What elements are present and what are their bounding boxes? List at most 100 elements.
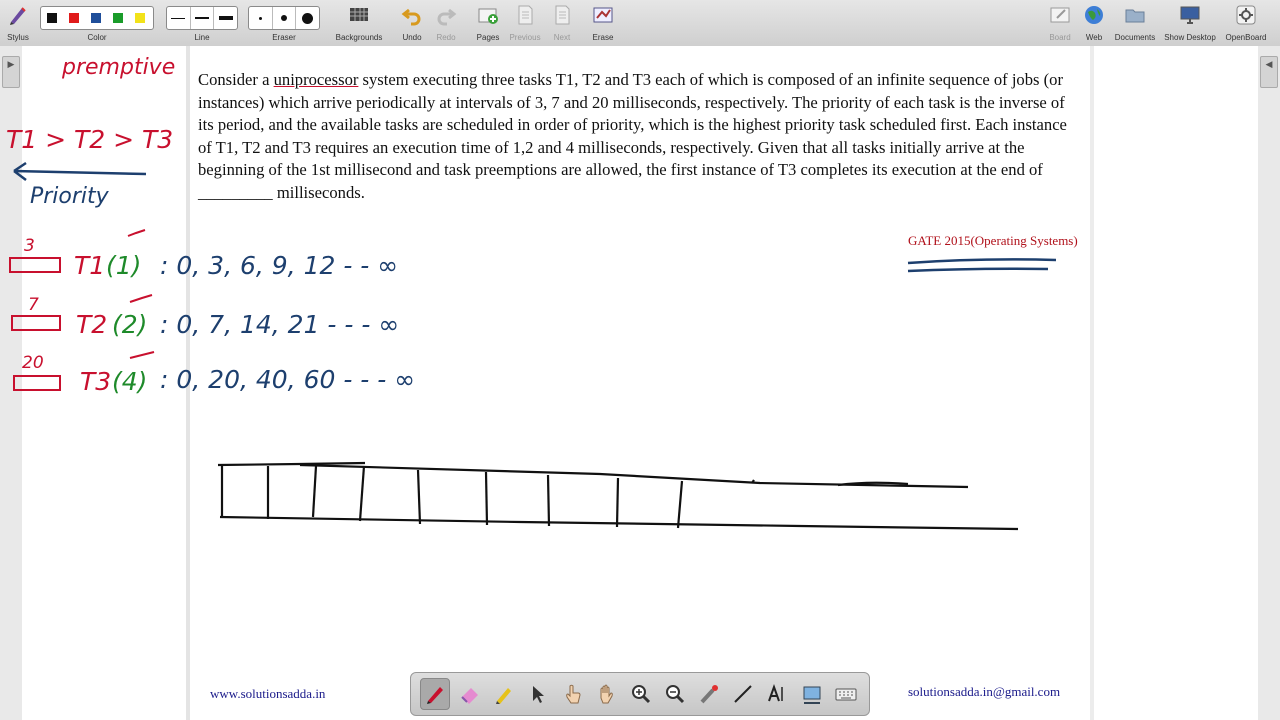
eraser-size-picker xyxy=(248,6,320,30)
screen-capture-icon xyxy=(803,686,821,704)
line-thin-button[interactable] xyxy=(167,7,191,29)
tool-dock xyxy=(410,672,870,716)
undo-icon xyxy=(401,8,421,26)
erase-board-icon xyxy=(593,7,613,23)
email-footer: solutionsadda.in@gmail.com xyxy=(908,684,1061,699)
folder-icon xyxy=(1125,9,1145,23)
color-palette xyxy=(40,6,154,30)
line-thick-button[interactable] xyxy=(214,7,237,29)
show-desktop-label: Show Desktop xyxy=(1164,33,1216,42)
line-group: Line xyxy=(166,2,238,44)
left-pages-panel: ▶ xyxy=(0,46,23,720)
previous-label: Previous xyxy=(509,33,541,42)
zoom-in-button[interactable] xyxy=(627,679,655,709)
line-icon xyxy=(734,685,753,703)
color-swatch-blue[interactable] xyxy=(91,13,101,23)
highlighter-icon xyxy=(496,688,512,704)
stylus-icon xyxy=(10,7,26,25)
eraser-tool-button[interactable] xyxy=(456,679,484,709)
color-swatch-red[interactable] xyxy=(69,13,79,23)
eraser-large-button[interactable] xyxy=(296,7,319,29)
hand-icon xyxy=(600,684,613,704)
right-library-panel: ◀ xyxy=(1257,46,1280,720)
gate-reference-label: GATE 2015(Operating Systems) xyxy=(908,233,1078,248)
expand-arrow-icon: ▶ xyxy=(7,59,15,69)
previous-button[interactable]: Previous xyxy=(508,2,542,44)
gear-icon xyxy=(1236,5,1256,25)
zoom-out-icon xyxy=(666,685,685,704)
color-label: Color xyxy=(87,33,107,42)
text-tool-button[interactable] xyxy=(763,679,791,709)
redo-label: Redo xyxy=(436,33,456,42)
capture-tool-button[interactable] xyxy=(798,679,826,709)
keyboard-icon xyxy=(835,688,857,701)
eraser-label: Eraser xyxy=(272,33,296,42)
question-pre: Consider a xyxy=(198,70,274,89)
left-panel-toggle[interactable]: ▶ xyxy=(2,56,20,88)
redo-icon xyxy=(437,8,457,26)
right-panel-toggle[interactable]: ◀ xyxy=(1260,56,1278,88)
previous-page-icon xyxy=(518,5,533,25)
color-swatch-green[interactable] xyxy=(113,13,123,23)
laser-pointer-icon xyxy=(700,685,719,704)
interact-tool-button[interactable] xyxy=(559,679,587,709)
board-divider-right xyxy=(1090,46,1094,720)
eraser-small-button[interactable] xyxy=(249,7,273,29)
pointing-hand-icon xyxy=(565,684,581,704)
text-icon xyxy=(768,684,784,702)
next-label: Next xyxy=(553,33,571,42)
undo-button[interactable]: Undo xyxy=(398,2,426,44)
documents-button[interactable]: Documents xyxy=(1112,2,1158,44)
next-page-icon xyxy=(555,5,570,25)
question-text: Consider a uniprocessor system executing… xyxy=(198,69,1078,205)
erase-button[interactable]: Erase xyxy=(589,2,617,44)
documents-label: Documents xyxy=(1114,33,1156,42)
web-button[interactable]: Web xyxy=(1080,2,1108,44)
highlighter-tool-button[interactable] xyxy=(490,679,518,709)
show-desktop-button[interactable]: Show Desktop xyxy=(1162,2,1218,44)
cursor-arrow-icon xyxy=(533,686,545,703)
board-button[interactable]: Board xyxy=(1046,2,1074,44)
board-icon xyxy=(1050,7,1070,23)
question-underlined-word: uniprocessor xyxy=(273,70,359,89)
undo-label: Undo xyxy=(402,33,422,42)
line-label: Line xyxy=(194,33,210,42)
stylus-label: Stylus xyxy=(7,33,29,42)
zoom-in-icon xyxy=(631,685,650,704)
zoom-out-button[interactable] xyxy=(661,679,689,709)
color-group: Color xyxy=(40,2,154,44)
line-width-picker xyxy=(166,6,238,30)
globe-icon xyxy=(1085,6,1103,24)
eraser-icon xyxy=(461,688,479,704)
pages-label: Pages xyxy=(476,33,500,42)
top-toolbar: Stylus Color Line Eraser Backgrounds Und… xyxy=(0,0,1280,47)
grid-icon xyxy=(350,8,368,21)
line-tool-button[interactable] xyxy=(729,679,757,709)
openboard-button[interactable]: OpenBoard xyxy=(1222,2,1270,44)
laser-pointer-button[interactable] xyxy=(695,679,723,709)
line-medium-button[interactable] xyxy=(191,7,215,29)
next-button[interactable]: Next xyxy=(548,2,576,44)
website-footer: www.solutionsadda.in xyxy=(210,686,326,701)
pen-icon xyxy=(427,687,444,704)
stylus-button[interactable]: Stylus xyxy=(4,2,32,44)
pen-tool-button[interactable] xyxy=(420,678,451,710)
redo-button[interactable]: Redo xyxy=(432,2,460,44)
erase-label: Erase xyxy=(592,33,614,42)
board-label: Board xyxy=(1049,33,1071,42)
color-swatch-black[interactable] xyxy=(47,13,57,23)
selector-tool-button[interactable] xyxy=(524,679,552,709)
backgrounds-label: Backgrounds xyxy=(335,33,383,42)
question-post: system executing three tasks T1, T2 and … xyxy=(198,70,1067,202)
pages-button[interactable]: Pages xyxy=(474,2,502,44)
hand-tool-button[interactable] xyxy=(593,679,621,709)
eraser-medium-button[interactable] xyxy=(273,7,297,29)
add-page-icon xyxy=(478,8,498,24)
virtual-keyboard-button[interactable] xyxy=(832,679,860,709)
backgrounds-button[interactable]: Backgrounds xyxy=(332,2,386,44)
openboard-label: OpenBoard xyxy=(1225,33,1267,42)
board-divider xyxy=(186,46,190,720)
color-swatch-yellow[interactable] xyxy=(135,13,145,23)
collapse-arrow-icon: ◀ xyxy=(1265,59,1273,69)
monitor-icon xyxy=(1180,6,1200,24)
